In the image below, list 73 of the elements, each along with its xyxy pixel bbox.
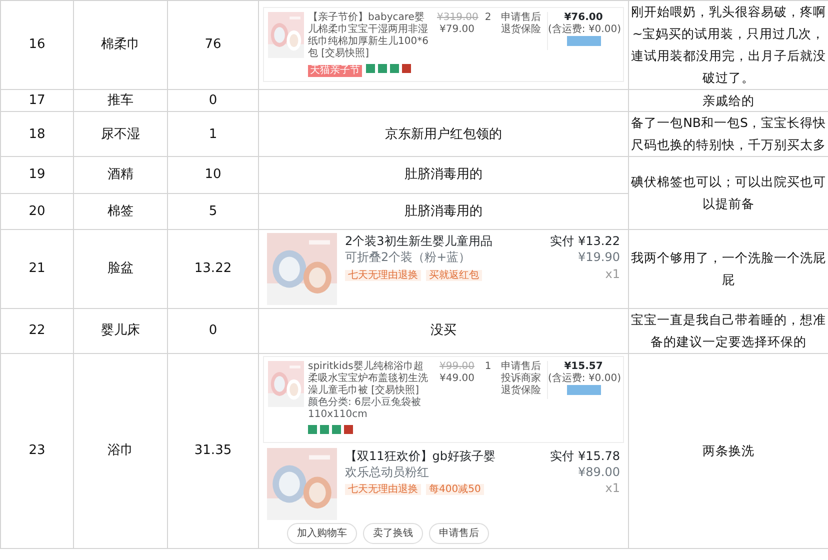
- item-name: 酒精: [108, 167, 134, 182]
- quantity: x1: [605, 480, 620, 497]
- row-number: 20: [28, 204, 46, 219]
- note-text: 亲戚给的: [702, 92, 754, 108]
- item-name: 婴儿床: [101, 323, 140, 338]
- quantity: 1: [484, 360, 492, 373]
- note-text: 两条换洗: [702, 442, 754, 458]
- item-cost: 10: [204, 167, 222, 182]
- status-button[interactable]: [566, 36, 600, 46]
- item-name: 浴巾: [108, 443, 134, 458]
- item-name: 脸盆: [108, 261, 134, 276]
- action-link[interactable]: 投诉商家: [499, 372, 543, 385]
- note-text: 碘伏棉签也可以；可以出院买也可以提前备: [631, 174, 826, 212]
- row-number: 19: [28, 167, 46, 182]
- item-name: 棉签: [108, 204, 134, 219]
- paid-amount: 实付 ¥15.78: [550, 448, 620, 464]
- original-price: ¥99.00: [438, 360, 476, 373]
- row-number: 22: [28, 323, 46, 338]
- row-number: 18: [28, 126, 46, 142]
- item-cost: 1: [208, 126, 218, 142]
- unit-price: ¥79.00: [438, 24, 476, 36]
- product-title[interactable]: 2个装3初生新生婴儿童用品: [345, 233, 492, 250]
- action-link[interactable]: 申请售后: [499, 360, 543, 373]
- detail-text: 京东新用户红包领的: [385, 126, 502, 142]
- product-title[interactable]: spiritkids婴儿纯棉浴巾超柔吸水宝宝炉布盖毯初生洗澡儿童毛巾被 [交易快照]: [308, 360, 433, 397]
- total-price: ¥76.00: [563, 12, 604, 24]
- quantity: 2: [484, 12, 492, 24]
- detail-text: 肚脐消毒用的: [404, 204, 482, 219]
- service-tag: 每400减50: [426, 484, 484, 496]
- action-link[interactable]: 退货保险: [499, 384, 543, 397]
- product-spec: 欢乐总动员粉红: [345, 464, 429, 480]
- status-button[interactable]: [566, 384, 600, 395]
- item-cost: 0: [208, 92, 218, 108]
- product-spec: 可折叠2个装（粉+蓝）: [345, 249, 471, 266]
- promo-tag: 天猫亲子节: [308, 65, 362, 78]
- order-action-button[interactable]: 加入购物车: [287, 522, 357, 544]
- shipping-fee: (含运费: ¥0.00): [548, 24, 619, 36]
- note-text: 备了一包NB和一包S，宝宝长得快尺码也换的特别快，千万别买太多: [631, 115, 826, 152]
- product-spec: 颜色分类: 6层小豆兔袋被110x110cm: [308, 396, 422, 421]
- unit-price: ¥89.00: [578, 464, 620, 480]
- note-text: 刚开始喂奶，乳头很容易破，疼啊~宝妈买的试用装，只用过几次，連试用装都没用完，出月子后就没破过了。: [631, 4, 826, 85]
- detail-text: 没买: [430, 323, 456, 338]
- product-title[interactable]: 【双11狂欢价】gb好孩子婴: [345, 448, 496, 464]
- item-cost: 76: [204, 37, 222, 52]
- original-price: ¥319.00: [437, 12, 477, 24]
- item-cost: 0: [208, 323, 218, 338]
- service-tag: 七天无理由退换: [345, 484, 421, 496]
- row-number: 23: [28, 443, 46, 458]
- action-link[interactable]: 退货保险: [499, 24, 543, 36]
- service-tag: 七天无理由退换: [345, 270, 421, 280]
- item-name: 推车: [108, 92, 134, 108]
- service-tag: 买就返红包: [426, 270, 482, 280]
- quantity: x1: [605, 266, 620, 282]
- row-number: 17: [28, 92, 46, 108]
- product-title[interactable]: 【亲子节价】babycare婴儿棉柔巾宝宝干湿两用非湿纸巾纯棉加厚新生儿100*6包 [交易快照]: [308, 12, 433, 60]
- item-cost: 31.35: [194, 443, 232, 458]
- action-link[interactable]: 申请售后: [499, 12, 543, 24]
- total-price: ¥15.57: [563, 360, 604, 372]
- unit-price: ¥19.90: [578, 249, 620, 266]
- paid-amount: 实付 ¥13.22: [550, 233, 620, 250]
- unit-price: ¥49.00: [438, 372, 476, 385]
- item-cost: 5: [208, 204, 218, 219]
- order-action-button[interactable]: 申请售后: [429, 522, 489, 544]
- item-name: 棉柔巾: [101, 37, 140, 52]
- item-cost: 13.22: [194, 261, 232, 276]
- item-name: 尿不湿: [101, 126, 140, 142]
- row-number: 21: [28, 261, 46, 276]
- note-text: 我两个够用了，一个洗脸一个洗屁屁: [631, 250, 826, 288]
- order-action-button[interactable]: 卖了换钱: [363, 522, 423, 544]
- row-number: 16: [28, 37, 46, 52]
- shipping-fee: (含运费: ¥0.00): [548, 372, 619, 385]
- note-text: 宝宝一直是我自己带着睡的，想准备的建议一定要选择环保的: [631, 312, 826, 349]
- detail-text: 肚脐消毒用的: [404, 167, 482, 182]
